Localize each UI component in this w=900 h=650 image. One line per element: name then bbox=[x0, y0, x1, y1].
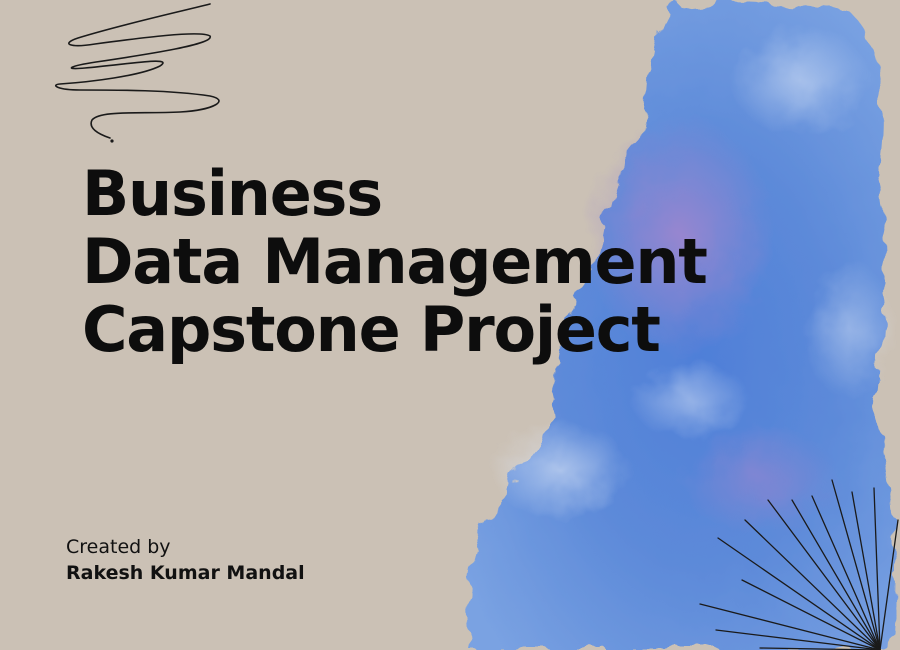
author-name: Rakesh Kumar Mandal bbox=[66, 562, 305, 584]
credit-label: Created by bbox=[66, 536, 171, 558]
scribble-icon bbox=[55, 3, 220, 143]
credit-block: Created by Rakesh Kumar Mandal bbox=[66, 534, 305, 586]
presentation-slide: Business Data Management Capstone Projec… bbox=[0, 0, 900, 650]
title-line-3: Capstone Project bbox=[82, 293, 661, 366]
title-line-2: Data Management bbox=[82, 225, 708, 298]
title-line-1: Business bbox=[82, 157, 383, 230]
slide-title: Business Data Management Capstone Projec… bbox=[82, 157, 708, 366]
